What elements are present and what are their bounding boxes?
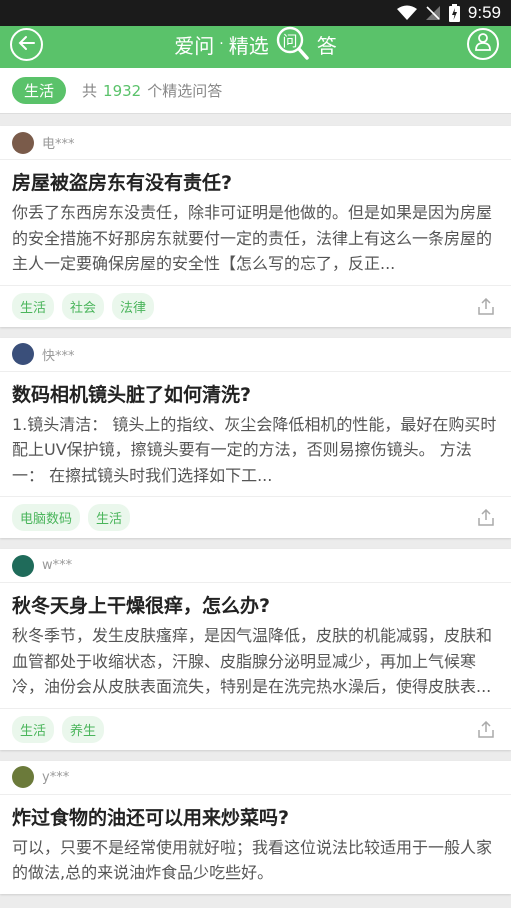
category-chip[interactable]: 生活 [12,77,67,104]
qa-count: 1932 [103,81,142,100]
no-signal-icon [425,5,441,21]
question-title[interactable]: 房屋被盗房东有没有责任? [0,160,511,200]
title-answer: 答 [316,33,337,58]
avatar [12,343,34,365]
card-footer: 生活 社会 法律 [0,284,511,327]
app-header: 爱问 · 精选 问 答 [0,26,511,68]
wifi-icon [396,5,417,21]
tag[interactable]: 生活 [12,715,55,743]
answer-excerpt[interactable]: 秋冬季节，发生皮肤瘙痒，是因气温降低，皮肤的机能减弱，皮肤和血管都处于收缩状态，… [0,623,511,708]
answer-excerpt[interactable]: 你丢了东西房东没责任，除非可证明是他做的。但是如果是因为房屋的安全措施不好那房东… [0,200,511,285]
tag[interactable]: 法律 [112,292,155,320]
card-footer: 生活 养生 [0,707,511,750]
tag[interactable]: 社会 [62,292,105,320]
count-suffix: 个精选问答 [147,82,223,100]
author-row: 快*** [0,338,511,372]
author-row: 电*** [0,126,511,160]
page-title: 爱问 · 精选 问 答 [174,26,337,62]
question-title[interactable]: 炸过食物的油还可以用来炒菜吗? [0,795,511,835]
author-name: w*** [42,558,73,573]
title-separator: · [219,36,224,52]
tag[interactable]: 电脑数码 [12,504,81,531]
tag[interactable]: 养生 [62,715,105,743]
count-prefix: 共 [82,82,98,100]
qa-card[interactable]: 快*** 数码相机镜头脏了如何清洗? 1.镜头清洁： 镜头上的指纹、灰尘会降低相… [0,337,511,538]
user-icon [475,33,491,55]
author-row: w*** [0,549,511,583]
avatar [12,131,34,154]
qa-card[interactable]: w*** 秋冬天身上干燥很痒，怎么办? 秋冬季节，发生皮肤瘙痒，是因气温降低，皮… [0,549,511,750]
arrow-left-icon [18,35,36,55]
title-featured: 精选 [228,33,269,58]
question-title[interactable]: 秋冬天身上干燥很痒，怎么办? [0,583,511,623]
qa-list: 电*** 房屋被盗房东有没有责任? 你丢了东西房东没责任，除非可证明是他做的。但… [0,114,511,894]
author-name: 快*** [42,348,75,364]
svg-text:问: 问 [282,32,297,50]
answer-excerpt[interactable]: 1.镜头清洁： 镜头上的指纹、灰尘会降低相机的性能，最好在购买时配上UV保护镜，… [0,412,511,497]
author-row: y*** [0,761,511,795]
share-icon[interactable] [477,297,495,320]
avatar [12,766,34,788]
avatar [12,554,34,577]
category-filter-bar: 生活 共 1932 个精选问答 [0,68,511,114]
answer-excerpt[interactable]: 可以，只要不是经常使用就好啦；我看这位说法比较适用于一般人家的做法,总的来说油炸… [0,835,511,894]
magnifier-logo-icon: 问 [273,26,313,62]
title-brand: 爱问 [174,33,215,58]
author-name: y*** [42,769,70,785]
battery-icon [448,4,460,22]
qa-card[interactable]: 电*** 房屋被盗房东有没有责任? 你丢了东西房东没责任，除非可证明是他做的。但… [0,126,511,327]
qa-card[interactable]: y*** 炸过食物的油还可以用来炒菜吗? 可以，只要不是经常使用就好啦；我看这位… [0,760,511,894]
status-bar: 9:59 [0,0,511,26]
share-icon[interactable] [477,720,495,743]
question-title[interactable]: 数码相机镜头脏了如何清洗? [0,372,511,412]
back-button[interactable] [10,28,43,61]
user-profile-button[interactable] [467,28,499,60]
clock: 9:59 [467,3,501,22]
tag[interactable]: 生活 [12,292,55,320]
card-footer: 电脑数码 生活 [0,496,511,538]
share-icon[interactable] [477,508,495,531]
tag[interactable]: 生活 [88,504,131,531]
author-name: 电*** [42,137,75,152]
